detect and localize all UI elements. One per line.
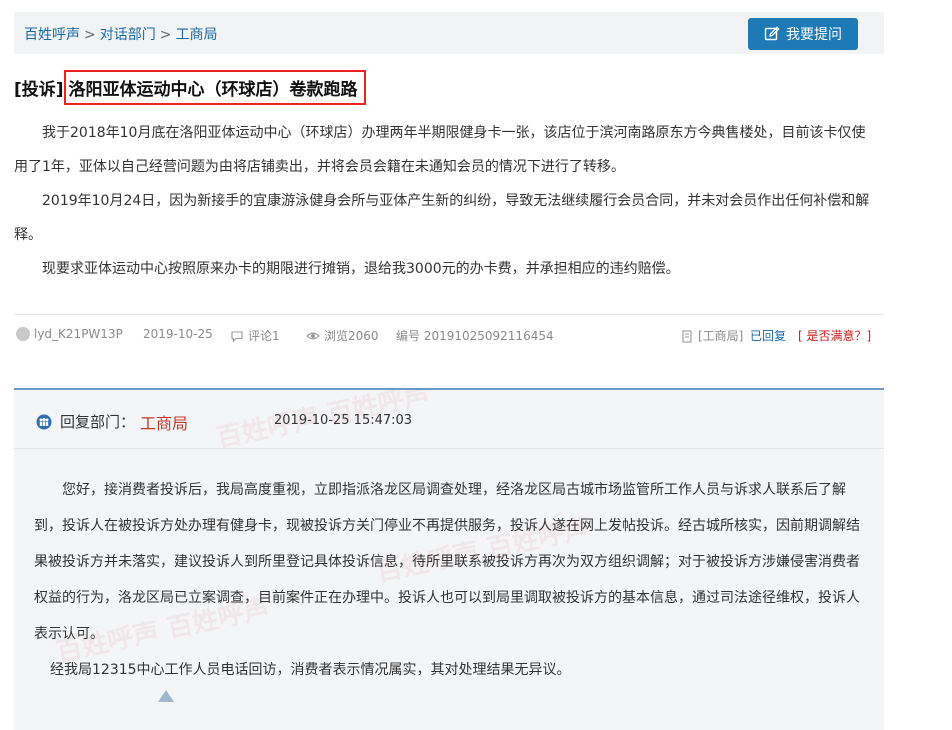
reply-status: 已回复 [750,329,787,343]
reply-department[interactable]: 工商局 [140,410,188,434]
breadcrumb-item-dept[interactable]: 工商局 [175,27,217,43]
breadcrumb-bar: 百姓呼声 > 对话部门 > 工商局 我要提问 [14,12,884,54]
post-meta: lyd_K21PW13P 2019-10-25 评论1 浏览2060 编号 20… [16,324,878,346]
post-date: 2019-10-25 [143,327,213,341]
user-avatar-icon [16,327,30,341]
comment-count-text: 评论1 [248,329,280,343]
view-count-text: 浏览2060 [324,329,379,343]
reply-body: 您好，接消费者投诉后，我局高度重视，立即指派洛龙区局调查处理，经洛龙区局古城市场… [34,472,864,688]
post-tag: [投诉] [14,79,64,100]
post-department-text: [工商局] [698,329,744,343]
author-name: lyd_K21PW13P [34,327,123,341]
reply-section: 百姓呼声 百姓呼声 百姓呼声 百姓呼声 百姓呼声 百姓呼声 回复部门： 工商局 … [14,388,884,730]
comment-icon [231,330,243,342]
reply-header: 回复部门： 工商局 2019-10-25 15:47:03 [14,390,884,449]
building-icon [682,329,692,343]
ask-question-button[interactable]: 我要提问 [748,18,858,50]
post-paragraph: 2019年10月24日，因为新接手的宜康游泳健身会所与亚体产生新的纠纷，导致无法… [14,193,870,243]
post-paragraph: 现要求亚体运动中心按照原来办卡的期限进行摊销，退给我3000元的办卡费，并承担相… [42,261,680,277]
department-icon [36,414,52,430]
post-author[interactable]: lyd_K21PW13P [16,327,123,341]
ask-question-label: 我要提问 [786,27,842,43]
reply-paragraph: 您好，接消费者投诉后，我局高度重视，立即指派洛龙区局调查处理，经洛龙区局古城市场… [34,482,860,642]
divider [14,314,884,315]
edit-icon [764,26,780,41]
post-title: 洛阳亚体运动中心（环球店）卷款跑路 [63,69,366,105]
reply-time: 2019-10-25 15:47:03 [274,413,413,428]
caret-up-icon [158,690,174,702]
post-number: 编号 20191025092116454 [396,329,554,343]
breadcrumb-item-departments[interactable]: 对话部门 [100,27,156,43]
reply-label: 回复部门： [60,413,136,431]
view-count: 浏览2060 [306,327,379,344]
post-paragraph: 我于2018年10月底在洛阳亚体运动中心（环球店）办理两年半期限健身卡一张，该店… [14,125,866,175]
post-body: 我于2018年10月底在洛阳亚体运动中心（环球店）办理两年半期限健身卡一张，该店… [14,116,876,286]
eye-icon [306,332,320,339]
breadcrumb-separator: > [159,27,172,43]
reply-paragraph: 经我局12315中心工作人员电话回访，消费者表示情况属实，其对处理结果无异议。 [50,662,571,678]
comment-count[interactable]: 评论1 [230,327,280,344]
breadcrumb: 百姓呼声 > 对话部门 > 工商局 [24,24,217,44]
breadcrumb-item-baixing[interactable]: 百姓呼声 [24,27,80,43]
post-title-row: [投诉] 洛阳亚体运动中心（环球店）卷款跑路 [14,69,366,105]
post-department[interactable]: [工商局] [680,327,743,344]
breadcrumb-separator: > [84,27,96,43]
satisfaction-link[interactable]: [ 是否满意？] [798,327,871,344]
